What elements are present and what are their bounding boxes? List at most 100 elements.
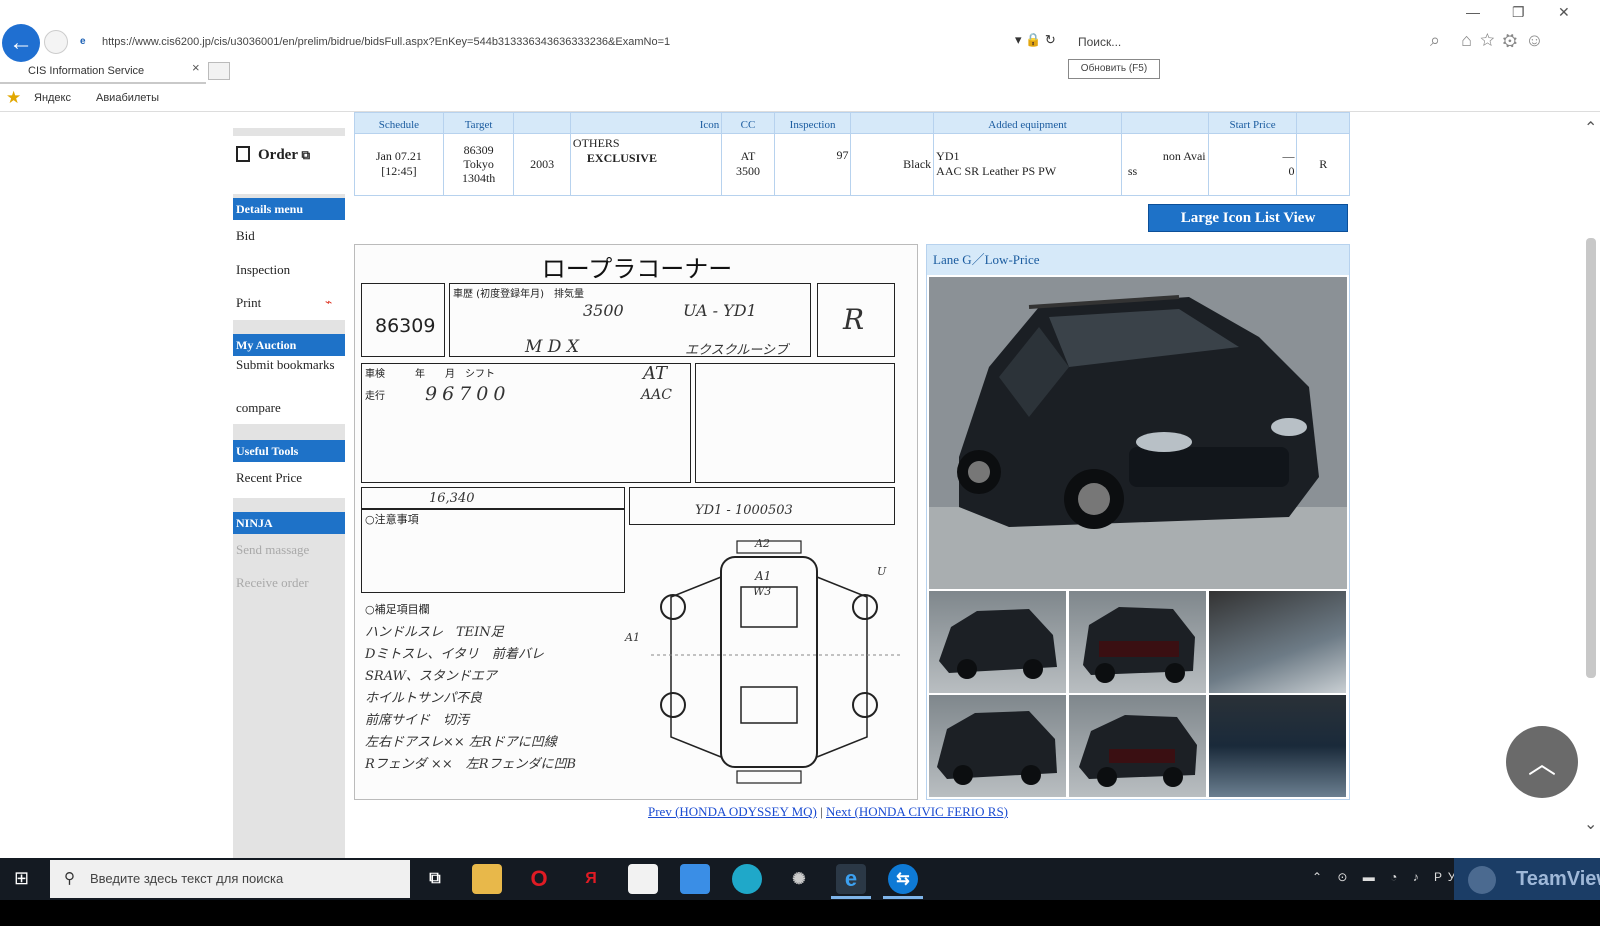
cell-equip2: non Avai ss — [1120, 132, 1209, 197]
sheet-recycle-box — [361, 487, 625, 509]
scroll-up-icon[interactable]: ⌃ — [1584, 118, 1597, 138]
sheet-note-6: 左右ドアスレ×× 左Rドアに凹線 — [365, 735, 557, 750]
task-view-icon[interactable]: ⧉ — [420, 864, 450, 894]
header-color — [850, 112, 935, 134]
close-window-icon[interactable]: ✕ — [1558, 4, 1570, 21]
minimize-icon[interactable]: — — [1466, 4, 1480, 20]
opera-icon[interactable]: O — [524, 864, 554, 894]
header-result — [1296, 112, 1350, 134]
pager: Prev (HONDA ODYSSEY MQ) | Next (HONDA CI… — [648, 804, 1008, 820]
my-auction-header: My Auction — [233, 334, 345, 356]
tab-bar: CIS Information Service × — [0, 60, 1600, 84]
new-tab-button[interactable] — [208, 62, 230, 80]
taskbar-search-placeholder: Введите здесь текст для поиска — [90, 871, 284, 886]
sheet-label-shaken: 車検 年 月 シフト — [365, 369, 495, 380]
cell-target: 86309 Tokyo 1304th — [442, 132, 515, 197]
photo-panel: Lane G／Low-Price — [926, 244, 1350, 800]
sidebar-item-print[interactable]: Print ⌁ — [233, 295, 345, 311]
order-link[interactable]: Order ⧉ — [236, 146, 310, 164]
thumbnail-1[interactable] — [929, 591, 1066, 693]
favorite-aviabilety[interactable]: Авиабилеты — [96, 92, 159, 104]
sheet-note-7: Rフェンダ ×× 左Rフェンダに凹B — [365, 757, 577, 772]
sidebar-order-cell — [233, 136, 345, 194]
diagram-label-u: U — [877, 565, 887, 578]
large-icon-list-view-button[interactable]: Large Icon List View — [1148, 204, 1348, 232]
lot-equip2-line1: non Avai — [1162, 149, 1206, 164]
main-car-photo[interactable] — [929, 277, 1347, 589]
lock-refresh-icons[interactable]: ▾ 🔒 ↻ — [1015, 32, 1056, 48]
windows-taskbar: ⊞ ⚲ Введите здесь текст для поиска ⧉ O Я… — [0, 858, 1600, 900]
sidebar-item-submit-bookmarks[interactable]: Submit bookmarks — [233, 358, 345, 372]
thumb-car-icon — [937, 711, 1057, 785]
sheet-shift: AT — [643, 363, 668, 384]
thumbnail-6[interactable] — [1209, 695, 1346, 797]
scrollbar-thumb[interactable] — [1586, 238, 1596, 678]
sheet-grade: エクスクルーシブ — [685, 343, 788, 358]
header-target: Target — [442, 112, 515, 134]
prev-link[interactable]: Prev (HONDA ODYSSEY MQ) — [648, 804, 817, 819]
sheet-spec-box — [361, 363, 691, 483]
edge-icon[interactable] — [732, 864, 762, 894]
browser-search-input[interactable]: Поиск... — [1078, 32, 1458, 52]
start-price-value: 0 — [1288, 164, 1295, 179]
internet-explorer-icon[interactable]: e — [836, 864, 866, 894]
sidebar-item-bid[interactable]: Bid — [233, 228, 345, 244]
windows-start-icon[interactable]: ⊞ — [14, 868, 34, 888]
sidebar-item-compare[interactable]: compare — [233, 400, 345, 416]
thumbnail-4[interactable] — [929, 695, 1066, 797]
sheet-title: ロープラコーナー — [541, 255, 733, 283]
header-added-equipment: Added equipment — [933, 112, 1122, 134]
cell-equipment: YD1 AAC SR Leather PS PW — [933, 132, 1122, 197]
diagram-label-a2: A2 — [755, 537, 770, 550]
cell-cc: AT 3500 — [721, 132, 775, 197]
cell-year: 2003 — [513, 132, 571, 197]
teamviewer-taskbar-icon[interactable]: ⇆ — [888, 864, 918, 894]
cell-color: Black — [850, 132, 935, 197]
network-app-icon[interactable]: ✺ — [784, 864, 814, 894]
next-link[interactable]: Next (HONDA CIVIC FERIO RS) — [826, 804, 1008, 819]
system-tray[interactable]: ⌃ ⊙ ▬ ◔ ♪ РУС — [1312, 870, 1476, 884]
lot-venue: Tokyo — [463, 157, 494, 172]
thumbnail-5[interactable] — [1069, 695, 1206, 797]
favorite-yandex[interactable]: Яндекс — [34, 92, 71, 104]
header-inspection: Inspection — [773, 112, 852, 134]
lot-model: EXCLUSIVE — [586, 150, 657, 165]
lot-equip2-line2: ss — [1127, 164, 1138, 179]
toolbar-icons[interactable]: ⌕ ⌂☆⚙☺ — [1430, 30, 1552, 51]
back-arrow-icon: ← — [9, 29, 33, 56]
sidebar-item-inspection[interactable]: Inspection — [233, 262, 345, 278]
sidebar-item-recent-price[interactable]: Recent Price — [233, 470, 345, 486]
lot-date: Jan 07.21 — [375, 149, 422, 164]
sheet-chassis-no: YD1 - 1000503 — [695, 503, 793, 518]
scroll-down-icon[interactable]: ⌄ — [1584, 814, 1597, 834]
tab-title: CIS Information Service — [28, 65, 145, 77]
sheet-note-2: Dミトスレ、イタリ 前着バレ — [365, 647, 544, 662]
thumbnail-2[interactable] — [1069, 591, 1206, 693]
store-icon[interactable] — [628, 864, 658, 894]
tab-close-icon[interactable]: × — [192, 60, 200, 75]
mail-icon[interactable] — [680, 864, 710, 894]
address-bar[interactable]: https://www.cis6200.jp/cis/u3036001/en/p… — [76, 30, 1056, 54]
forward-button[interactable] — [44, 30, 68, 54]
teamviewer-panel[interactable]: TeamViewer — [1454, 858, 1600, 900]
yandex-browser-icon[interactable]: Я — [576, 864, 606, 894]
file-explorer-icon[interactable] — [472, 864, 502, 894]
page-scrollbar[interactable]: ⌃ ⌄ — [1582, 118, 1600, 838]
scroll-to-top-button[interactable]: ︿ — [1506, 726, 1578, 798]
thumbnail-3[interactable] — [1209, 591, 1346, 693]
auction-sheet-image[interactable]: ロープラコーナー 86309 車歴 (初度登録年月) 排気量 3500 UA -… — [354, 244, 918, 800]
sheet-equipment-label: ○補足項目欄 — [365, 603, 430, 616]
lot-row: Jan 07.21 [12:45] 86309 Tokyo 1304th 2003 O… — [354, 132, 1350, 197]
header-start-price: Start Price — [1207, 112, 1298, 134]
back-button[interactable]: ← — [2, 24, 40, 62]
tab-cis[interactable]: CIS Information Service — [0, 60, 206, 84]
taskbar-search-input[interactable]: ⚲ Введите здесь текст для поиска — [50, 860, 410, 898]
restore-icon[interactable]: ❐ — [1512, 4, 1525, 21]
sheet-label-year: 車歴 (初度登録年月) 排気量 — [453, 289, 584, 300]
screen-bottom-edge — [0, 900, 1600, 926]
favorites-star-icon[interactable]: ★ — [6, 88, 21, 108]
sidebar-item-receive-order: Receive order — [236, 575, 309, 590]
useful-tools-header: Useful Tools — [233, 440, 345, 462]
pager-separator: | — [816, 804, 826, 819]
favorites-bar: ★ Яндекс Авиабилеты — [0, 86, 1600, 112]
